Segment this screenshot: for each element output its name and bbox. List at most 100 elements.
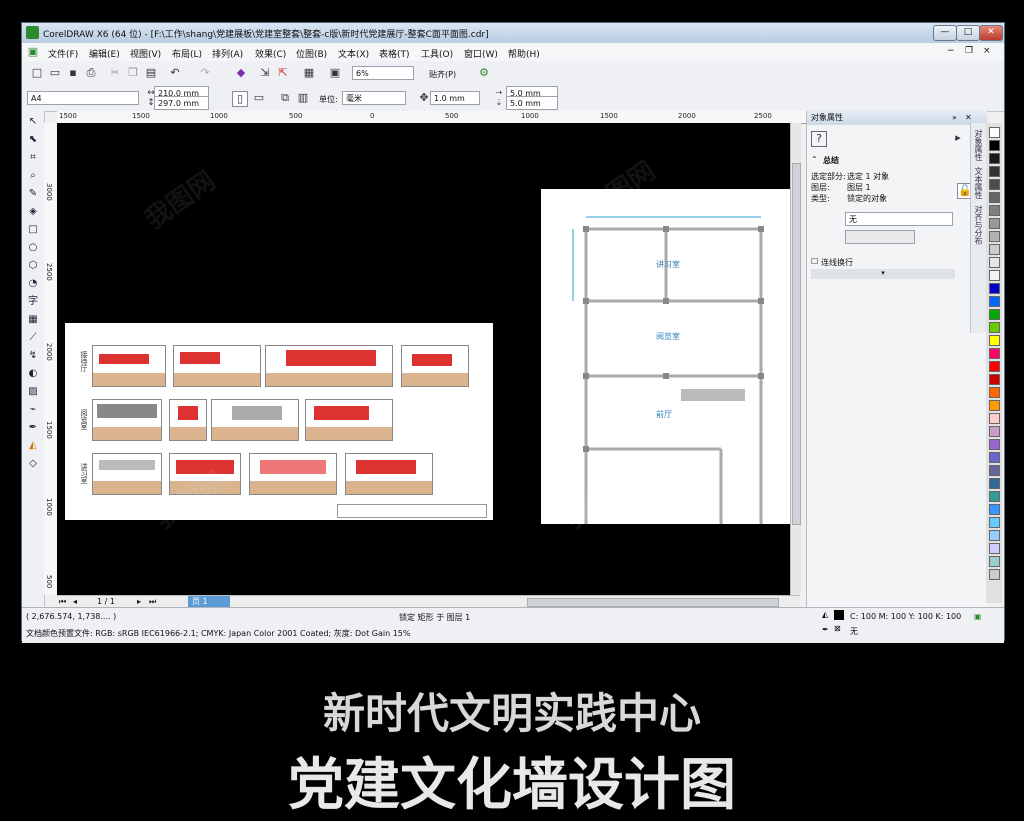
application-launcher-icon[interactable]: ▦	[302, 66, 316, 80]
palette-swatch[interactable]	[989, 491, 1000, 502]
doc-restore-button[interactable]: ❐	[965, 46, 973, 56]
panel-thumbnail[interactable]	[401, 345, 469, 387]
panel-thumbnail[interactable]	[173, 345, 261, 387]
current-page-icon[interactable]: ▥	[296, 91, 310, 105]
palette-swatch[interactable]	[989, 192, 1000, 203]
close-button[interactable]: ✕	[979, 25, 1003, 41]
palette-swatch[interactable]	[989, 296, 1000, 307]
polygon-tool-icon[interactable]: ⬡	[26, 259, 40, 273]
panel-thumbnail[interactable]	[265, 345, 393, 387]
help-icon[interactable]: ?	[811, 131, 827, 147]
menu-layout[interactable]: 布局(L)	[172, 47, 202, 60]
palette-swatch[interactable]	[989, 361, 1000, 372]
palette-swatch[interactable]	[989, 465, 1000, 476]
palette-swatch[interactable]	[989, 127, 1000, 138]
palette-swatch[interactable]	[989, 257, 1000, 268]
palette-swatch[interactable]	[989, 569, 1000, 580]
search-content-icon[interactable]: ◆	[234, 66, 248, 80]
next-page-icon[interactable]: ▸	[137, 597, 141, 606]
interactive-fill-icon[interactable]: ◇	[26, 457, 40, 471]
palette-swatch[interactable]	[989, 413, 1000, 424]
portrait-icon[interactable]: ▯	[232, 91, 248, 107]
connector-tool-icon[interactable]: ↯	[26, 349, 40, 363]
palette-swatch[interactable]	[989, 400, 1000, 411]
palette-swatch[interactable]	[989, 218, 1000, 229]
nudge-distance-field[interactable]: 1.0 mm	[430, 91, 480, 105]
rectangle-tool-icon[interactable]: □	[26, 223, 40, 237]
palette-swatch[interactable]	[989, 244, 1000, 255]
palette-swatch[interactable]	[989, 556, 1000, 567]
section-toggle-icon[interactable]: ⌃	[811, 155, 818, 164]
menu-file[interactable]: 文件(F)	[48, 47, 78, 60]
palette-swatch[interactable]	[989, 504, 1000, 515]
outline-pen-icon[interactable]: ✒	[26, 421, 40, 435]
menu-help[interactable]: 帮助(H)	[508, 47, 540, 60]
ellipse-tool-icon[interactable]: ○	[26, 241, 40, 255]
palette-swatch[interactable]	[989, 322, 1000, 333]
color-profile-info[interactable]: 文档颜色预置文件: RGB: sRGB IEC61966-2.1; CMYK: …	[26, 628, 410, 639]
panel-thumbnail[interactable]	[92, 345, 166, 387]
parallel-dimension-icon[interactable]: ⟋	[26, 331, 40, 345]
palette-swatch[interactable]	[989, 309, 1000, 320]
undo-icon[interactable]: ↶	[168, 66, 182, 80]
options-icon[interactable]: ⚙	[477, 66, 491, 80]
new-icon[interactable]: □	[30, 66, 44, 80]
duplicate-y-field[interactable]: 5.0 mm	[506, 96, 558, 110]
panel-thumbnail[interactable]	[92, 453, 162, 495]
wrap-style-select[interactable]: 无	[845, 212, 953, 226]
collapse-icon[interactable]: »	[952, 111, 957, 125]
open-icon[interactable]: ▭	[48, 66, 62, 80]
fill-tool-icon[interactable]: ◭	[26, 439, 40, 453]
print-icon[interactable]: ⎙	[84, 66, 98, 80]
blend-tool-icon[interactable]: ◐	[26, 367, 40, 381]
menu-tools[interactable]: 工具(O)	[421, 47, 453, 60]
panel-thumbnail[interactable]	[249, 453, 337, 495]
panel-thumbnail[interactable]	[211, 399, 299, 441]
palette-swatch[interactable]	[989, 140, 1000, 151]
palette-swatch[interactable]	[989, 335, 1000, 346]
panel-thumbnail[interactable]	[92, 399, 162, 441]
panel-thumbnail[interactable]	[345, 453, 433, 495]
expand-arrow[interactable]: ▾	[811, 269, 955, 279]
welcome-screen-icon[interactable]: ▣	[328, 66, 342, 80]
wrap-checkbox[interactable]: ☐	[811, 257, 818, 266]
basic-shapes-icon[interactable]: ◔	[26, 277, 40, 291]
save-icon[interactable]: ▪	[66, 66, 80, 80]
snap-to-menu[interactable]: 贴齐(P)	[429, 69, 456, 80]
panel-thumbnail[interactable]	[169, 453, 241, 495]
zoom-tool-icon[interactable]: ⌕	[26, 169, 40, 183]
palette-swatch[interactable]	[989, 478, 1000, 489]
paste-icon[interactable]: ▤	[144, 66, 158, 80]
doc-close-button[interactable]: ×	[983, 46, 991, 56]
dock-tab-text-properties[interactable]: 文本属性	[973, 167, 984, 199]
page-tab[interactable]: 页 1	[188, 596, 230, 607]
landscape-icon[interactable]: ▭	[252, 91, 266, 105]
text-tool-icon[interactable]: 字	[26, 295, 40, 309]
menu-effects[interactable]: 效果(C)	[255, 47, 286, 60]
all-pages-icon[interactable]: ⧉	[278, 91, 292, 105]
doc-minimize-button[interactable]: −	[947, 46, 955, 56]
crop-tool-icon[interactable]: ⌗	[26, 151, 40, 165]
dock-tab-object-properties[interactable]: 对象属性	[973, 129, 984, 161]
palette-swatch[interactable]	[989, 231, 1000, 242]
palette-swatch[interactable]	[989, 179, 1000, 190]
menu-edit[interactable]: 编辑(E)	[89, 47, 120, 60]
transparency-tool-icon[interactable]: ▨	[26, 385, 40, 399]
export-icon[interactable]: ⇱	[276, 66, 290, 80]
menu-table[interactable]: 表格(T)	[379, 47, 410, 60]
panel-menu-icon[interactable]: ▸	[951, 131, 965, 145]
units-select[interactable]: 毫米	[342, 91, 406, 105]
palette-swatch[interactable]	[989, 439, 1000, 450]
dock-tab-align-distribute[interactable]: 对齐与分布	[973, 205, 984, 245]
freehand-tool-icon[interactable]: ✎	[26, 187, 40, 201]
palette-swatch[interactable]	[989, 517, 1000, 528]
export-status-icon[interactable]: ▣	[974, 612, 982, 621]
drawing-canvas[interactable]: 接待厅 阅览室 讲习室 讲习室 阅览室 前厅	[57, 123, 790, 595]
palette-swatch[interactable]	[989, 452, 1000, 463]
menu-arrange[interactable]: 排列(A)	[212, 47, 243, 60]
palette-swatch[interactable]	[989, 205, 1000, 216]
palette-swatch[interactable]	[989, 166, 1000, 177]
layout-page[interactable]: 接待厅 阅览室 讲习室	[65, 323, 493, 520]
page-size-select[interactable]: A4	[27, 91, 139, 105]
zoom-select[interactable]: 6%	[352, 66, 414, 80]
